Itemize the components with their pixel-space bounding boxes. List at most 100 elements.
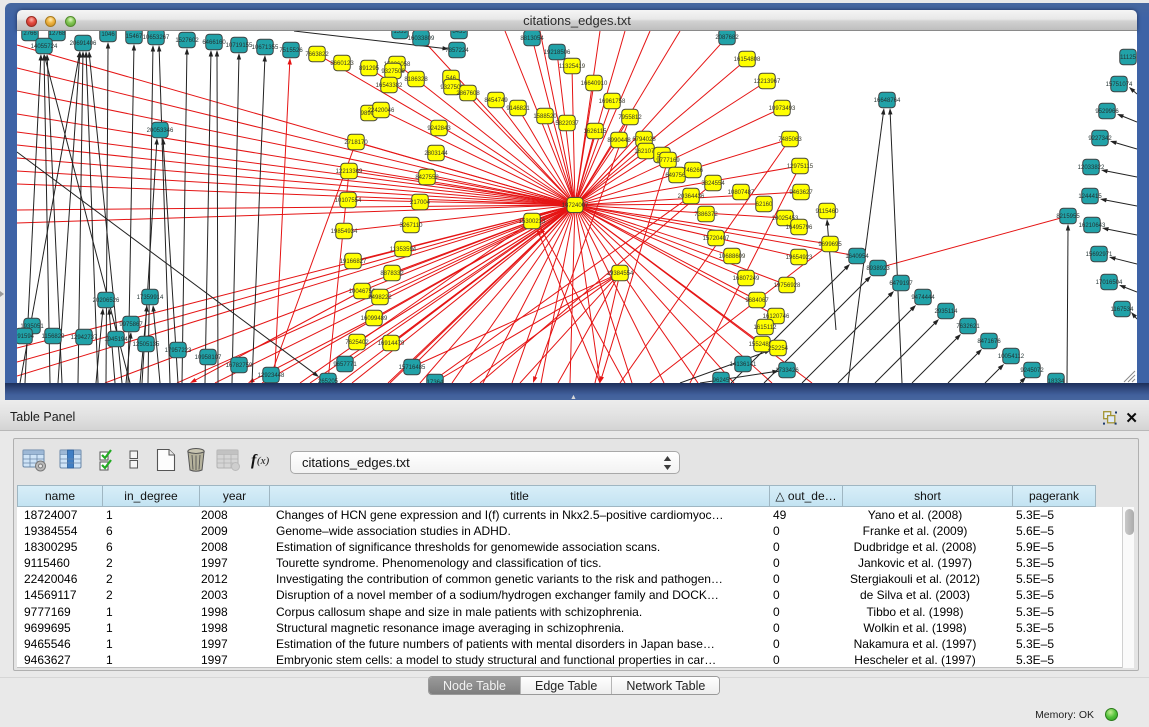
svg-text:7386372: 7386372 xyxy=(694,212,718,218)
svg-text:9245072: 9245072 xyxy=(1020,368,1044,374)
svg-text:9115460: 9115460 xyxy=(816,209,840,215)
svg-text:1553: 1553 xyxy=(393,31,407,35)
svg-text:8215955: 8215955 xyxy=(1056,214,1080,220)
svg-text:16782759: 16782759 xyxy=(226,363,253,369)
svg-text:9657771: 9657771 xyxy=(333,362,357,368)
svg-text:19384554: 19384554 xyxy=(607,271,634,277)
svg-text:(x): (x) xyxy=(257,455,270,467)
svg-text:20206526: 20206526 xyxy=(93,298,120,304)
svg-text:16914479: 16914479 xyxy=(378,341,405,347)
svg-text:16210643: 16210643 xyxy=(1079,223,1106,229)
svg-text:14055724: 14055724 xyxy=(31,44,58,50)
svg-text:9684067: 9684067 xyxy=(745,298,769,304)
svg-text:10807487: 10807487 xyxy=(728,190,755,196)
svg-text:1640954: 1640954 xyxy=(845,254,869,260)
svg-text:12942737: 12942737 xyxy=(71,335,98,341)
svg-text:8990448: 8990448 xyxy=(607,138,631,144)
svg-text:891295: 891295 xyxy=(359,66,380,72)
svg-text:20691406: 20691406 xyxy=(70,41,97,47)
svg-text:1156829: 1156829 xyxy=(42,334,66,340)
svg-text:10719155: 10719155 xyxy=(226,43,253,49)
svg-text:12505135: 12505135 xyxy=(133,342,160,348)
svg-text:391594: 391594 xyxy=(17,334,35,340)
svg-text:15692971: 15692971 xyxy=(1086,252,1113,258)
svg-text:9777169: 9777169 xyxy=(656,158,680,164)
svg-text:20364436: 20364436 xyxy=(678,194,705,200)
svg-text:9227342: 9227342 xyxy=(1088,136,1112,142)
svg-text:746266: 746266 xyxy=(683,168,704,174)
svg-text:9242843: 9242843 xyxy=(427,126,451,132)
svg-text:1167534: 1167534 xyxy=(1111,307,1135,313)
svg-text:6466160: 6466160 xyxy=(202,40,226,46)
svg-text:14136141: 14136141 xyxy=(730,362,757,368)
svg-text:2718170: 2718170 xyxy=(344,140,368,146)
svg-text:10973493: 10973493 xyxy=(769,106,796,112)
svg-text:15300213: 15300213 xyxy=(519,219,546,225)
svg-text:3267110: 3267110 xyxy=(400,223,424,229)
svg-text:7485063: 7485063 xyxy=(778,137,802,143)
svg-text:9699695: 9699695 xyxy=(818,242,842,248)
svg-text:62160: 62160 xyxy=(756,202,773,208)
svg-text:12033822: 12033822 xyxy=(1078,165,1105,171)
svg-text:16099489: 16099489 xyxy=(361,316,388,322)
svg-text:7663822: 7663822 xyxy=(305,52,329,58)
svg-text:2087682: 2087682 xyxy=(715,35,739,41)
svg-text:1244415: 1244415 xyxy=(1078,194,1102,200)
svg-text:8660123: 8660123 xyxy=(330,61,354,67)
svg-text:12213369: 12213369 xyxy=(336,169,363,175)
svg-text:10054112: 10054112 xyxy=(998,354,1025,360)
svg-text:18724007: 18724007 xyxy=(562,203,589,209)
svg-text:9327506: 9327506 xyxy=(381,69,405,75)
svg-text:11125: 11125 xyxy=(1120,55,1136,61)
svg-text:1615112: 1615112 xyxy=(754,325,778,331)
svg-text:1733426: 1733426 xyxy=(775,368,799,374)
svg-text:16154808: 16154808 xyxy=(734,57,761,63)
svg-text:8878332: 8878332 xyxy=(380,271,404,277)
svg-text:15716485: 15716485 xyxy=(399,365,426,371)
svg-text:9498222: 9498222 xyxy=(368,295,392,301)
svg-text:1588520: 1588520 xyxy=(533,114,557,120)
svg-text:19756928: 19756928 xyxy=(774,283,801,289)
svg-text:15751074: 15751074 xyxy=(1106,82,1133,88)
svg-text:5822037: 5822037 xyxy=(555,121,579,127)
svg-text:8938923: 8938923 xyxy=(866,266,890,272)
svg-text:3824554: 3824554 xyxy=(701,181,725,187)
svg-text:8454749: 8454749 xyxy=(484,98,508,104)
svg-text:11325419: 11325419 xyxy=(559,64,586,70)
svg-text:252254: 252254 xyxy=(768,346,789,352)
svg-text:12213967: 12213967 xyxy=(754,79,781,85)
svg-text:16495796: 16495796 xyxy=(786,225,813,231)
svg-text:8186328: 8186328 xyxy=(404,77,428,83)
svg-text:1527602: 1527602 xyxy=(175,38,199,44)
svg-text:7515526: 7515526 xyxy=(279,48,303,54)
svg-text:19854934: 19854934 xyxy=(331,229,358,235)
svg-text:12768: 12768 xyxy=(49,31,66,37)
svg-text:1626115: 1626115 xyxy=(584,129,608,135)
svg-text:19218506: 19218506 xyxy=(544,50,571,56)
svg-text:9975867: 9975867 xyxy=(119,322,143,328)
svg-text:6479197: 6479197 xyxy=(889,281,913,287)
svg-text:8471676: 8471676 xyxy=(977,339,1001,345)
svg-text:10671355: 10671355 xyxy=(252,45,279,51)
svg-text:10958107: 10958107 xyxy=(195,355,222,361)
svg-text:12975115: 12975115 xyxy=(787,164,814,170)
svg-text:2935114: 2935114 xyxy=(935,309,959,315)
svg-text:7625402: 7625402 xyxy=(345,340,369,346)
svg-text:22420046: 22420046 xyxy=(368,108,395,114)
svg-text:10688609: 10688609 xyxy=(719,254,746,260)
svg-text:20053346: 20053346 xyxy=(147,128,174,134)
svg-text:2867608: 2867608 xyxy=(456,91,480,97)
svg-text:9146821: 9146821 xyxy=(506,106,530,112)
svg-text:6794028: 6794028 xyxy=(632,137,656,143)
svg-text:16648764: 16648764 xyxy=(874,98,901,104)
svg-text:15467: 15467 xyxy=(126,34,143,40)
svg-text:19166827: 19166827 xyxy=(340,259,367,265)
svg-text:217004: 217004 xyxy=(410,200,431,206)
svg-text:15720407: 15720407 xyxy=(703,236,730,242)
svg-text:1046: 1046 xyxy=(101,32,115,38)
svg-text:16807249: 16807249 xyxy=(733,276,760,282)
svg-text:10653267: 10653267 xyxy=(143,35,170,41)
svg-text:16033809: 16033809 xyxy=(408,36,435,42)
svg-text:9529966: 9529966 xyxy=(1095,109,1119,115)
svg-text:8435: 8435 xyxy=(452,31,466,35)
